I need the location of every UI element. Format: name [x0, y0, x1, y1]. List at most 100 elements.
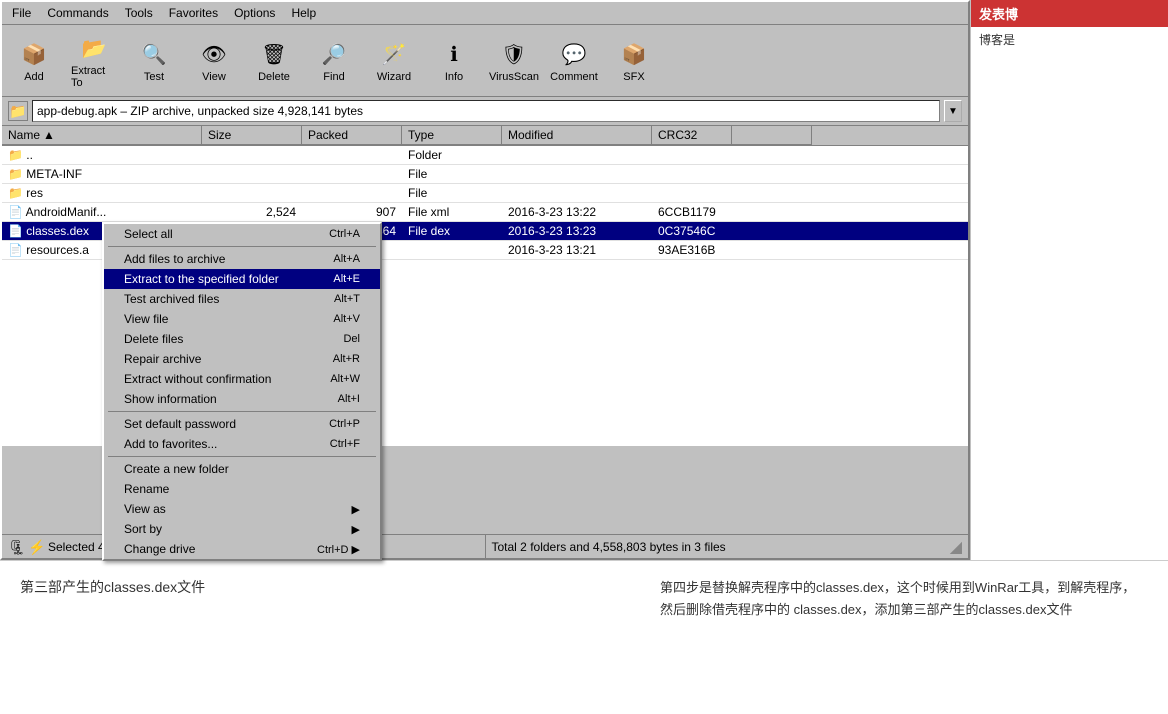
toolbar-find[interactable]: 🔎 Find — [308, 35, 360, 86]
ctx-item-label: Test archived files — [124, 292, 219, 306]
file-cell-size — [202, 184, 302, 202]
ctx-item-sort-by[interactable]: Sort by ▶ — [104, 519, 380, 539]
file-cell-modified — [502, 184, 652, 202]
ctx-shortcut: Alt+T — [334, 293, 360, 305]
file-cell-packed — [302, 165, 402, 183]
ctx-item-add-to-favorites...[interactable]: Add to favorites... Ctrl+F — [104, 434, 380, 454]
ctx-item-label: Delete files — [124, 332, 183, 346]
file-cell-modified — [502, 146, 652, 164]
menu-help[interactable]: Help — [285, 4, 322, 22]
ctx-shortcut: Ctrl+A — [329, 228, 360, 240]
wizard-icon: 🪄 — [378, 38, 410, 70]
ctx-shortcut: Alt+E — [333, 273, 360, 285]
toolbar-view[interactable]: 👁 View — [188, 35, 240, 86]
toolbar-info[interactable]: ℹ Info — [428, 35, 480, 86]
ctx-item-label: Add to favorites... — [124, 437, 217, 451]
toolbar-test[interactable]: 🔍 Test — [128, 35, 180, 86]
col-header-name[interactable]: Name ▲ — [2, 126, 202, 145]
toolbar-delete[interactable]: 🗑 Delete — [248, 35, 300, 86]
virusscan-label: VirusScan — [489, 71, 539, 83]
file-cell-size — [202, 146, 302, 164]
ctx-shortcut: Alt+I — [338, 393, 360, 405]
ctx-item-label: Add files to archive — [124, 252, 225, 266]
ctx-item-label: Set default password — [124, 417, 236, 431]
ctx-item-rename[interactable]: Rename — [104, 479, 380, 499]
ctx-item-show-information[interactable]: Show information Alt+I — [104, 389, 380, 409]
bottom-left-text: 第三部产生的classes.dex文件 — [20, 577, 660, 621]
ctx-item-label: Select all — [124, 227, 173, 241]
col-header-type[interactable]: Type — [402, 126, 502, 145]
sfx-icon: 📦 — [618, 38, 650, 70]
find-label: Find — [323, 71, 344, 83]
ctx-item-view-file[interactable]: View file Alt+V — [104, 309, 380, 329]
menu-tools[interactable]: Tools — [119, 4, 159, 22]
ctx-item-select-all[interactable]: Select all Ctrl+A — [104, 224, 380, 244]
menu-favorites[interactable]: Favorites — [163, 4, 224, 22]
file-row[interactable]: 📁 .. Folder — [2, 146, 968, 165]
toolbar: 📦 Add 📂 Extract To 🔍 Test 👁 View 🗑 Delet… — [2, 25, 968, 97]
winrar-window: File Commands Tools Favorites Options He… — [0, 0, 970, 560]
ctx-item-extract-without-confirmation[interactable]: Extract without confirmation Alt+W — [104, 369, 380, 389]
col-header-modified[interactable]: Modified — [502, 126, 652, 145]
ctx-item-delete-files[interactable]: Delete files Del — [104, 329, 380, 349]
file-cell-modified: 2016-3-23 13:22 — [502, 203, 652, 221]
ctx-shortcut: ▶ — [352, 503, 360, 516]
ctx-shortcut: Alt+R — [333, 353, 360, 365]
view-label: View — [202, 71, 226, 83]
toolbar-extract[interactable]: 📂 Extract To — [68, 29, 120, 92]
address-bar-icon: 📁 — [8, 101, 28, 121]
file-cell-crc32: 93AE316B — [652, 241, 732, 259]
address-input[interactable] — [32, 100, 940, 122]
virusscan-icon: 🛡 — [498, 38, 530, 70]
ctx-shortcut: Del — [343, 333, 360, 345]
find-icon: 🔎 — [318, 38, 350, 70]
blog-sidebar-label: 博客是 — [971, 27, 1168, 52]
ctx-item-view-as[interactable]: View as ▶ — [104, 499, 380, 519]
ctx-item-repair-archive[interactable]: Repair archive Alt+R — [104, 349, 380, 369]
ctx-item-label: Sort by — [124, 522, 162, 536]
file-cell-extra — [732, 165, 812, 183]
col-header-crc32[interactable]: CRC32 — [652, 126, 732, 145]
file-cell-type: File — [402, 165, 502, 183]
col-header-packed[interactable]: Packed — [302, 126, 402, 145]
file-cell-name: 📁 .. — [2, 146, 202, 164]
ctx-item-extract-to-the-specified-folder[interactable]: Extract to the specified folder Alt+E — [104, 269, 380, 289]
file-cell-extra — [732, 241, 812, 259]
toolbar-comment[interactable]: 💬 Comment — [548, 35, 600, 86]
file-row[interactable]: 📄 AndroidManif... 2,524 907 File xml 201… — [2, 203, 968, 222]
file-row[interactable]: 📁 res File — [2, 184, 968, 203]
toolbar-add[interactable]: 📦 Add — [8, 35, 60, 86]
ctx-shortcut: Alt+W — [330, 373, 360, 385]
ctx-item-label: Rename — [124, 482, 169, 496]
file-cell-crc32: 0C37546C — [652, 222, 732, 240]
col-header-size[interactable]: Size — [202, 126, 302, 145]
file-cell-packed — [302, 184, 402, 202]
file-cell-crc32 — [652, 146, 732, 164]
file-cell-extra — [732, 184, 812, 202]
toolbar-wizard[interactable]: 🪄 Wizard — [368, 35, 420, 86]
menu-file[interactable]: File — [6, 4, 37, 22]
delete-label: Delete — [258, 71, 290, 83]
ctx-item-label: Create a new folder — [124, 462, 229, 476]
file-cell-extra — [732, 222, 812, 240]
menu-options[interactable]: Options — [228, 4, 281, 22]
ctx-item-set-default-password[interactable]: Set default password Ctrl+P — [104, 414, 380, 434]
file-cell-extra — [732, 203, 812, 221]
file-cell-name: 📁 res — [2, 184, 202, 202]
file-row[interactable]: 📁 META-INF File — [2, 165, 968, 184]
menu-commands[interactable]: Commands — [41, 4, 114, 22]
resize-grip: ◢ — [950, 537, 962, 557]
ctx-item-add-files-to-archive[interactable]: Add files to archive Alt+A — [104, 249, 380, 269]
ctx-item-create-a-new-folder[interactable]: Create a new folder — [104, 459, 380, 479]
file-cell-type: Folder — [402, 146, 502, 164]
ctx-item-test-archived-files[interactable]: Test archived files Alt+T — [104, 289, 380, 309]
ctx-separator — [108, 246, 376, 247]
status-archive-icon: 🗜 — [8, 539, 24, 555]
wizard-label: Wizard — [377, 71, 411, 83]
ctx-item-change-drive[interactable]: Change drive Ctrl+D ▶ — [104, 539, 380, 559]
toolbar-sfx[interactable]: 📦 SFX — [608, 35, 660, 86]
file-cell-size: 2,524 — [202, 203, 302, 221]
file-cell-extra — [732, 146, 812, 164]
toolbar-virusscan[interactable]: 🛡 VirusScan — [488, 35, 540, 86]
address-dropdown[interactable]: ▼ — [944, 100, 962, 122]
